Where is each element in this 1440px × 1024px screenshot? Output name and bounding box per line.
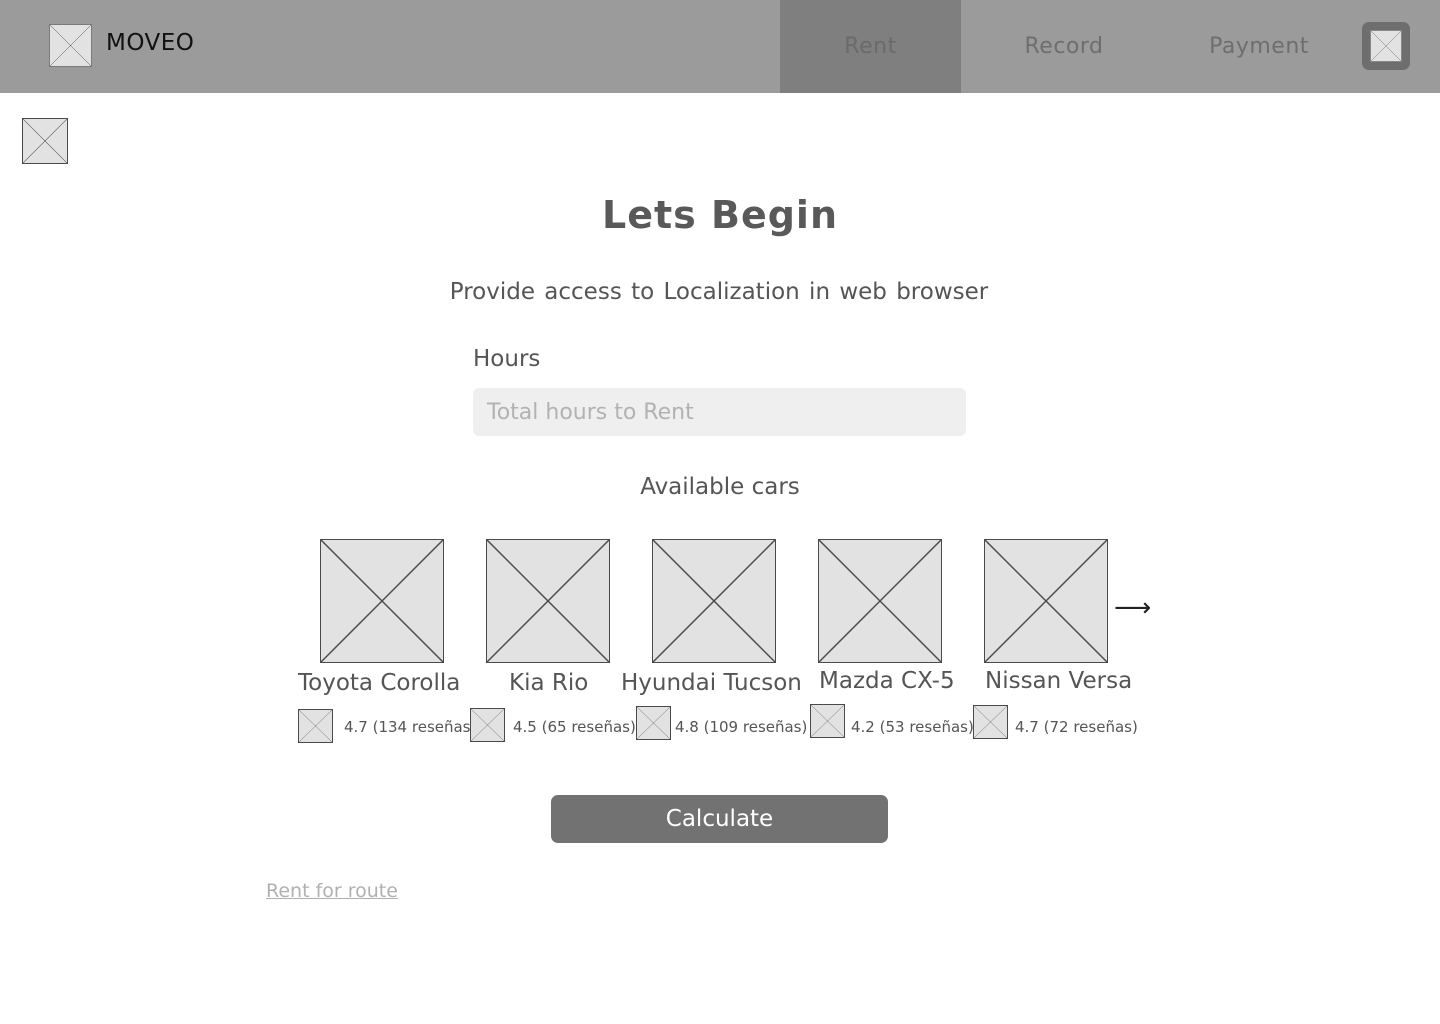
hours-input[interactable] xyxy=(473,388,966,436)
rating-icon xyxy=(810,704,845,738)
car-image-mazda-cx-5[interactable] xyxy=(818,539,942,663)
rating-icon xyxy=(636,706,671,740)
car-name: Kia Rio xyxy=(509,670,589,696)
car-image-nissan-versa[interactable] xyxy=(984,539,1108,663)
car-name: Toyota Corolla xyxy=(298,670,461,696)
brand-name: MOVEO xyxy=(106,30,195,56)
back-icon[interactable] xyxy=(22,118,68,164)
profile-icon xyxy=(1370,30,1402,62)
top-nav-bar: MOVEO Rent Record Payment xyxy=(0,0,1440,93)
nav-tab-payment[interactable]: Payment xyxy=(1167,0,1351,93)
logo-image-placeholder xyxy=(49,24,92,67)
profile-button[interactable] xyxy=(1362,22,1410,70)
car-rating: 4.7 (134 reseñas) xyxy=(344,718,477,736)
hours-label: Hours xyxy=(473,346,541,372)
car-name: Nissan Versa xyxy=(985,668,1133,694)
next-arrow-icon[interactable]: ⟶ xyxy=(1114,593,1151,623)
rating-icon xyxy=(973,705,1008,739)
calculate-button[interactable]: Calculate xyxy=(551,795,888,843)
car-image-hyundai-tucson[interactable] xyxy=(652,539,776,663)
available-cars-label: Available cars xyxy=(640,474,800,500)
car-rating: 4.8 (109 reseñas) xyxy=(675,718,808,736)
rent-for-route-link[interactable]: Rent for route xyxy=(266,880,398,902)
car-rating: 4.2 (53 reseñas) xyxy=(851,718,974,736)
nav-tab-rent[interactable]: Rent xyxy=(780,0,961,93)
car-rating: 4.5 (65 reseñas) xyxy=(513,718,636,736)
page-title: Lets Begin xyxy=(601,193,838,237)
car-rating: 4.7 (72 reseñas) xyxy=(1015,718,1138,736)
car-name: Hyundai Tucson xyxy=(621,670,802,696)
car-name: Mazda CX-5 xyxy=(819,668,955,694)
car-image-toyota-corolla[interactable] xyxy=(320,539,444,663)
rating-icon xyxy=(470,708,505,742)
rating-icon xyxy=(298,709,333,743)
location-permission-text: Provide access to Localization in web br… xyxy=(449,279,989,305)
nav-tab-record[interactable]: Record xyxy=(961,0,1167,93)
car-image-kia-rio[interactable] xyxy=(486,539,610,663)
